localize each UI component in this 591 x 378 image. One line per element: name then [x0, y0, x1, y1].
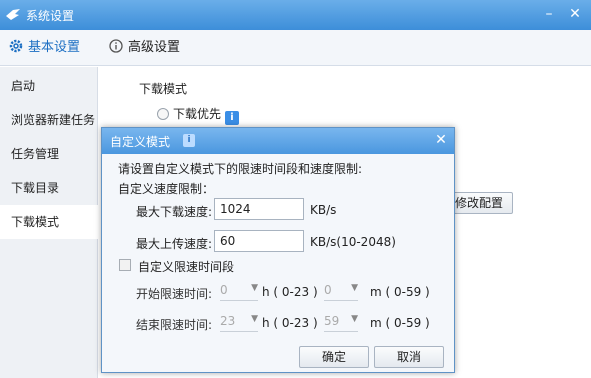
end-minute-range: m ( 0-59 ) [370, 316, 430, 330]
time-period-label: 自定义限速时间段 [138, 260, 235, 274]
info-circle-icon [108, 33, 124, 53]
end-minute-value: 59 [324, 314, 340, 328]
download-priority-option[interactable]: 下载优先 i [157, 105, 240, 125]
end-hour-select[interactable]: 23 ▼ [220, 312, 258, 332]
close-icon[interactable]: ✕ [564, 4, 586, 24]
dialog-description: 请设置自定义模式下的限速时间段和速度限制: [118, 162, 363, 176]
window-title: 系统设置 [26, 9, 75, 23]
max-upload-label: 最大上传速度: [136, 237, 213, 251]
chevron-down-icon: ▼ [251, 283, 258, 293]
time-period-checkbox[interactable] [119, 259, 131, 271]
dialog-title-bar: 自定义模式 i ✕ [102, 128, 454, 154]
sidebar-item-download-dir[interactable]: 下载目录 [0, 171, 98, 205]
speed-limit-label: 自定义速度限制： [118, 182, 215, 196]
tab-basic-label: 基本设置 [28, 40, 81, 55]
sidebar: 启动 浏览器新建任务 任务管理 下载目录 下载模式 [0, 67, 99, 378]
max-upload-unit: KB/s(10-2048) [310, 235, 396, 249]
tab-advanced-label: 高级设置 [128, 40, 181, 55]
dialog-title: 自定义模式 [110, 135, 171, 149]
ok-button[interactable]: 确定 [299, 346, 369, 368]
tab-basic-settings[interactable]: 基本设置 [8, 30, 80, 66]
radio-button[interactable] [157, 108, 169, 120]
radio-label: 下载优先 [173, 107, 222, 121]
start-minute-select[interactable]: 0 ▼ [324, 281, 358, 301]
sidebar-item-startup[interactable]: 启动 [0, 69, 98, 103]
start-minute-range: m ( 0-59 ) [370, 285, 430, 299]
start-hour-range: h ( 0-23 ) [262, 285, 318, 299]
info-badge-icon[interactable]: i [225, 111, 240, 125]
sidebar-item-download-mode[interactable]: 下载模式 [0, 205, 99, 239]
info-icon[interactable]: i [183, 134, 195, 147]
start-hour-value: 0 [220, 283, 228, 297]
custom-mode-dialog: 自定义模式 i ✕ 请设置自定义模式下的限速时间段和速度限制: 自定义速度限制：… [101, 127, 455, 373]
sidebar-item-task-management[interactable]: 任务管理 [0, 137, 98, 171]
end-minute-select[interactable]: 59 ▼ [324, 312, 358, 332]
chevron-down-icon: ▼ [351, 314, 358, 324]
max-upload-input[interactable]: 60 [214, 230, 304, 252]
max-download-input[interactable]: 1024 [214, 198, 304, 220]
max-download-unit: KB/s [310, 203, 337, 217]
start-minute-value: 0 [324, 283, 332, 297]
chevron-down-icon: ▼ [351, 283, 358, 293]
title-bar: 系统设置 – ✕ [0, 0, 591, 30]
start-time-label: 开始限速时间: [136, 287, 213, 301]
sidebar-item-browser-new-task[interactable]: 浏览器新建任务 [0, 103, 98, 137]
modify-config-button[interactable]: 修改配置 [445, 192, 513, 214]
max-download-label: 最大下载速度: [136, 205, 213, 219]
start-hour-select[interactable]: 0 ▼ [220, 281, 258, 301]
dialog-body: 请设置自定义模式下的限速时间段和速度限制: 自定义速度限制： 最大下载速度: 1… [102, 154, 454, 372]
end-hour-range: h ( 0-23 ) [262, 316, 318, 330]
tab-advanced-settings[interactable]: 高级设置 [108, 30, 180, 66]
end-time-label: 结束限速时间: [136, 318, 213, 332]
cancel-button[interactable]: 取消 [374, 346, 444, 368]
bird-logo-icon [4, 6, 22, 24]
minimize-icon[interactable]: – [538, 4, 560, 24]
end-hour-value: 23 [220, 314, 236, 328]
dialog-close-icon[interactable]: ✕ [432, 131, 450, 149]
chevron-down-icon: ▼ [251, 314, 258, 324]
section-title: 下载模式 [139, 82, 188, 96]
gear-icon [8, 33, 24, 53]
tab-bar: 基本设置 高级设置 [0, 30, 591, 66]
